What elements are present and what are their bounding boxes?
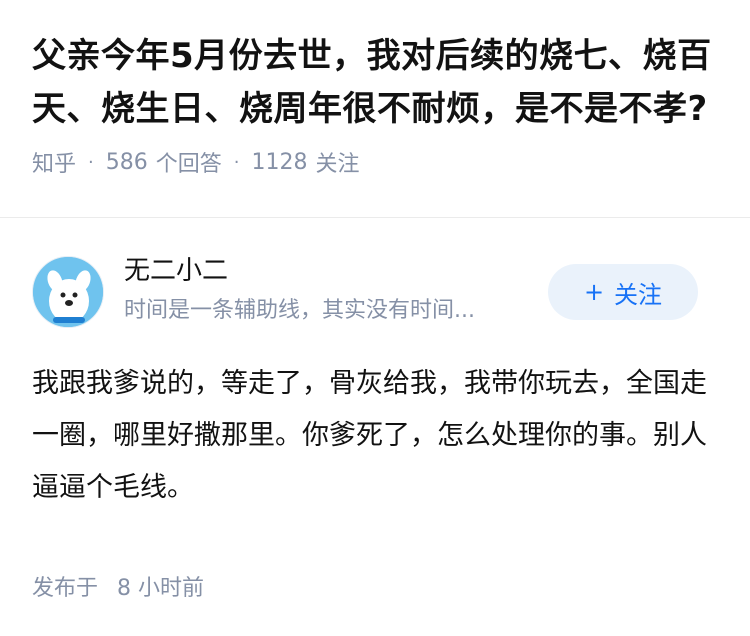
question-title[interactable]: 父亲今年5月份去世，我对后续的烧七、烧百天、烧生日、烧周年很不耐烦，是不是不孝? bbox=[32, 30, 718, 136]
avatar[interactable] bbox=[32, 256, 104, 328]
publish-time-value: 8 小时前 bbox=[117, 576, 205, 601]
follow-button-label: 关注 bbox=[614, 280, 663, 309]
follow-count: 1128 bbox=[251, 149, 308, 175]
author-name[interactable]: 无二小二 bbox=[124, 254, 228, 288]
answer-text: 我跟我爹说的，等走了，骨灰给我，我带你玩去，全国走一圈，哪里好撒那里。你爹死了，… bbox=[32, 368, 707, 503]
separator-dot: · bbox=[88, 151, 94, 173]
cartoon-dog-icon bbox=[33, 257, 103, 327]
answer-count-label: 个回答 bbox=[155, 152, 222, 177]
answer-content: 我跟我爹说的，等走了，骨灰给我，我带你玩去，全国走一圈，哪里好撒那里。你爹死了，… bbox=[32, 358, 712, 514]
publish-time: 发布于 8 小时前 bbox=[32, 570, 204, 602]
author-row: 无二小二 时间是一条辅助线，其实没有时间... + 关注 bbox=[32, 218, 718, 328]
separator-dot: · bbox=[233, 151, 240, 173]
answer-count: 586 bbox=[105, 149, 148, 175]
question-header: 父亲今年5月份去世，我对后续的烧七、烧百天、烧生日、烧周年很不耐烦，是不是不孝?… bbox=[0, 0, 750, 218]
question-meta: 知乎 · 586 个回答 · 1128 关注 bbox=[32, 146, 718, 178]
follow-button[interactable]: + 关注 bbox=[548, 264, 698, 320]
follow-count-label: 关注 bbox=[315, 152, 360, 177]
answer-card: 无二小二 时间是一条辅助线，其实没有时间... + 关注 我跟我爹说的，等走了，… bbox=[0, 218, 750, 514]
source-label[interactable]: 知乎 bbox=[32, 146, 76, 178]
publish-label: 发布于 bbox=[32, 576, 99, 601]
plus-icon: + bbox=[583, 278, 605, 306]
author-bio: 时间是一条辅助线，其实没有时间... bbox=[124, 298, 475, 323]
